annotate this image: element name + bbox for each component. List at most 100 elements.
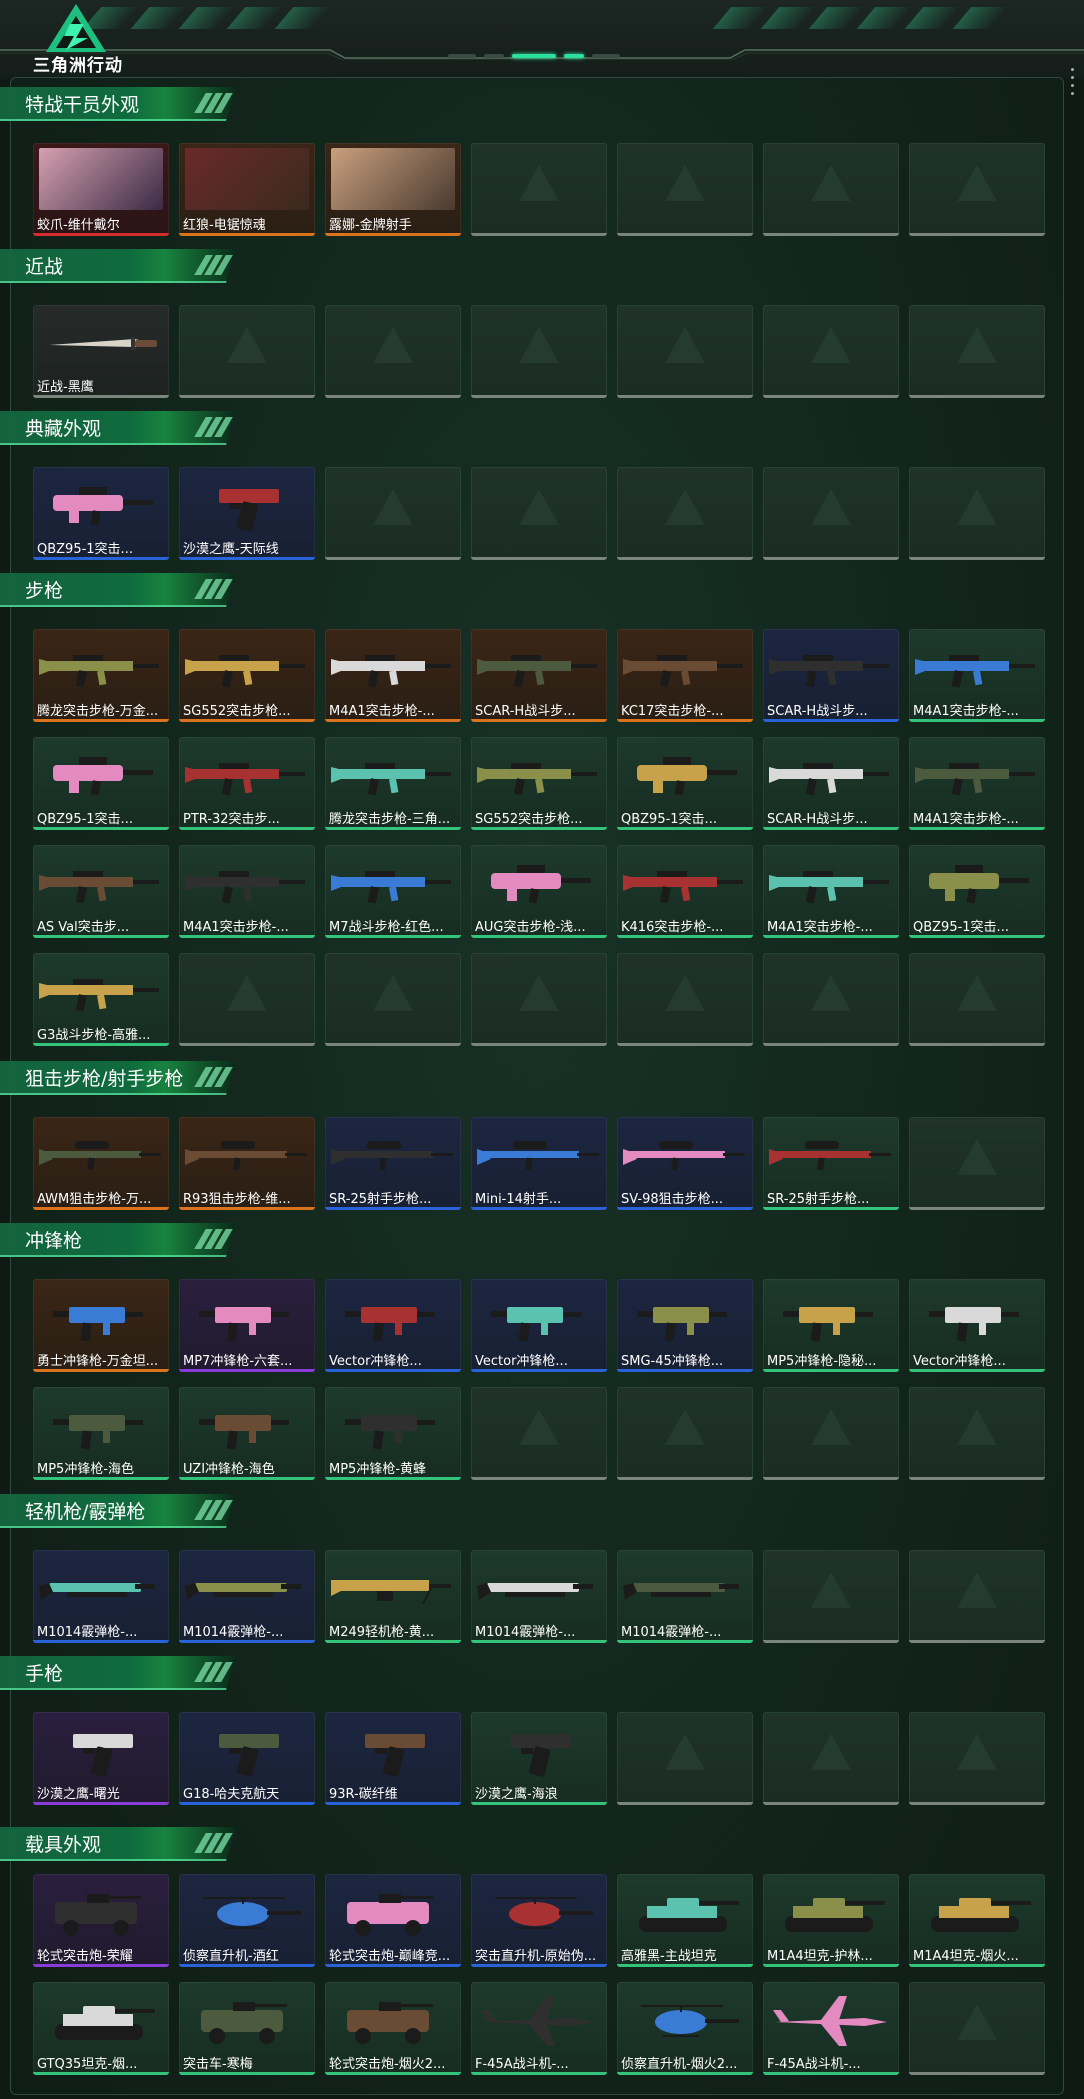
delta-watermark-icon	[519, 489, 559, 525]
skin-card[interactable]: 沙漠之鹰-天际线	[179, 467, 315, 560]
skin-name: M249轻机枪-黄...	[329, 1625, 435, 1640]
bullpup-skin-icon	[53, 487, 153, 526]
skin-card[interactable]: PTR-32突击步...	[179, 737, 315, 830]
page-dot[interactable]	[592, 54, 620, 58]
rarity-bar	[33, 827, 169, 830]
skin-card[interactable]: MP5冲锋枪-黄蜂	[325, 1387, 461, 1480]
skin-card[interactable]: M1A4坦克-护林...	[763, 1874, 899, 1967]
page-dot-active[interactable]	[564, 54, 584, 58]
skin-card[interactable]: M4A1突击步枪-...	[909, 629, 1045, 722]
skin-card[interactable]: SV-98狙击步枪...	[617, 1117, 753, 1210]
skin-card[interactable]: 勇士冲锋枪-万金坦...	[33, 1279, 169, 1372]
skin-card[interactable]: G3战斗步枪-高雅...	[33, 953, 169, 1046]
skin-card[interactable]: M4A1突击步枪-...	[763, 845, 899, 938]
rarity-bar	[325, 233, 461, 236]
skin-card[interactable]: Vector冲锋枪...	[325, 1279, 461, 1372]
skin-card[interactable]: SG552突击步枪...	[471, 737, 607, 830]
skin-card[interactable]: 突击直升机-原始伪...	[471, 1874, 607, 1967]
skin-card[interactable]: K416突击步枪-...	[617, 845, 753, 938]
skin-card[interactable]: 沙漠之鹰-曙光	[33, 1712, 169, 1805]
skin-card[interactable]: QBZ95-1突击...	[909, 845, 1045, 938]
header-stripe	[178, 7, 234, 29]
delta-watermark-icon	[373, 327, 413, 363]
skin-name: Vector冲锋枪...	[329, 1354, 422, 1369]
skin-card[interactable]: KC17突击步枪-...	[617, 629, 753, 722]
skin-card[interactable]: 腾龙突击步枪-万金...	[33, 629, 169, 722]
rarity-bar	[763, 719, 899, 722]
skin-card[interactable]: GTQ35坦克-烟...	[33, 1982, 169, 2075]
skin-card[interactable]: AUG突击步枪-浅...	[471, 845, 607, 938]
skin-card[interactable]: MP7冲锋枪-六套...	[179, 1279, 315, 1372]
skin-card[interactable]: M1014霰弹枪-...	[617, 1550, 753, 1643]
skin-card[interactable]: MP5冲锋枪-隐秘...	[763, 1279, 899, 1372]
skin-card[interactable]: SCAR-H战斗步...	[471, 629, 607, 722]
skin-card[interactable]: UZI冲锋枪-海色	[179, 1387, 315, 1480]
skin-card[interactable]: M4A1突击步枪-...	[325, 629, 461, 722]
delta-watermark-icon	[811, 489, 851, 525]
skin-card[interactable]: QBZ95-1突击...	[617, 737, 753, 830]
slot-bottom-line	[763, 1043, 899, 1046]
skin-name: M1014霰弹枪-...	[475, 1625, 576, 1640]
skin-card[interactable]: SR-25射手步枪...	[325, 1117, 461, 1210]
delta-watermark-icon	[957, 1734, 997, 1770]
skin-card[interactable]: F-45A战斗机-...	[471, 1982, 607, 2075]
skin-card[interactable]: M1014霰弹枪-...	[471, 1550, 607, 1643]
skin-card[interactable]: M1A4坦克-烟火...	[909, 1874, 1045, 1967]
skin-card[interactable]: QBZ95-1突击...	[33, 467, 169, 560]
slot-bottom-line	[763, 1802, 899, 1805]
skin-card[interactable]: 轮式突击炮-巅峰竞...	[325, 1874, 461, 1967]
skin-card[interactable]: F-45A战斗机-...	[763, 1982, 899, 2075]
skin-card[interactable]: SCAR-H战斗步...	[763, 737, 899, 830]
skin-name: SG552突击步枪...	[475, 812, 583, 827]
skin-card[interactable]: SG552突击步枪...	[179, 629, 315, 722]
slot-bottom-line	[617, 233, 753, 236]
rarity-bar	[325, 1477, 461, 1480]
page-dot[interactable]	[448, 54, 476, 58]
skin-card[interactable]: 沙漠之鹰-海浪	[471, 1712, 607, 1805]
skin-card[interactable]: SCAR-H战斗步...	[763, 629, 899, 722]
delta-watermark-icon	[811, 1734, 851, 1770]
skin-card[interactable]: M249轻机枪-黄...	[325, 1550, 461, 1643]
rifle-skin-icon	[915, 763, 1035, 796]
skin-card[interactable]: MP5冲锋枪-海色	[33, 1387, 169, 1480]
skin-card[interactable]: SR-25射手步枪...	[763, 1117, 899, 1210]
skin-card[interactable]: Vector冲锋枪...	[471, 1279, 607, 1372]
skin-card[interactable]: 轮式突击炮-烟火2...	[325, 1982, 461, 2075]
skin-card[interactable]: 腾龙突击步枪-三角...	[325, 737, 461, 830]
skin-card[interactable]: 93R-碳纤维	[325, 1712, 461, 1805]
rarity-bar	[33, 1640, 169, 1643]
empty-slot	[909, 953, 1045, 1046]
slot-bottom-line	[179, 395, 315, 398]
skin-card[interactable]: 突击车-寒梅	[179, 1982, 315, 2075]
skin-card[interactable]: 高雅黑-主战坦克	[617, 1874, 753, 1967]
scroll-handle[interactable]	[1069, 68, 1075, 124]
skin-card[interactable]: 轮式突击炮-荣耀	[33, 1874, 169, 1967]
skin-card[interactable]: 侦察直升机-酒红	[179, 1874, 315, 1967]
scroll-dot	[1070, 84, 1074, 87]
skin-card[interactable]: M4A1突击步枪-...	[909, 737, 1045, 830]
shotgun-skin-icon	[39, 1583, 155, 1600]
skin-card[interactable]: 蛟爪-维什戴尔	[33, 143, 169, 236]
page-dot-active[interactable]	[512, 54, 556, 58]
page-dot[interactable]	[484, 54, 504, 58]
skin-card[interactable]: Vector冲锋枪...	[909, 1279, 1045, 1372]
skin-card[interactable]: 红狼-电锯惊魂	[179, 143, 315, 236]
skin-card[interactable]: SMG-45冲锋枪...	[617, 1279, 753, 1372]
skin-card[interactable]: M7战斗步枪-红色...	[325, 845, 461, 938]
skin-card[interactable]: AWM狙击步枪-万...	[33, 1117, 169, 1210]
skin-card[interactable]: 近战-黑鹰	[33, 305, 169, 398]
skin-card[interactable]: R93狙击步枪-维...	[179, 1117, 315, 1210]
skin-card[interactable]: M1014霰弹枪-...	[179, 1550, 315, 1643]
skin-card[interactable]: G18-哈夫克航天	[179, 1712, 315, 1805]
slot-bottom-line	[471, 233, 607, 236]
skin-card[interactable]: M1014霰弹枪-...	[33, 1550, 169, 1643]
skin-card[interactable]: M4A1突击步枪-...	[179, 845, 315, 938]
heli-skin-icon	[641, 2005, 739, 2037]
skin-name: M1014霰弹枪-...	[37, 1625, 138, 1640]
skin-card[interactable]: 侦察直升机-烟火2...	[617, 1982, 753, 2075]
skin-card[interactable]: 露娜-金牌射手	[325, 143, 461, 236]
skin-card[interactable]: Mini-14射手...	[471, 1117, 607, 1210]
skin-card[interactable]: AS Val突击步...	[33, 845, 169, 938]
rarity-bar	[909, 1369, 1045, 1372]
skin-card[interactable]: QBZ95-1突击...	[33, 737, 169, 830]
